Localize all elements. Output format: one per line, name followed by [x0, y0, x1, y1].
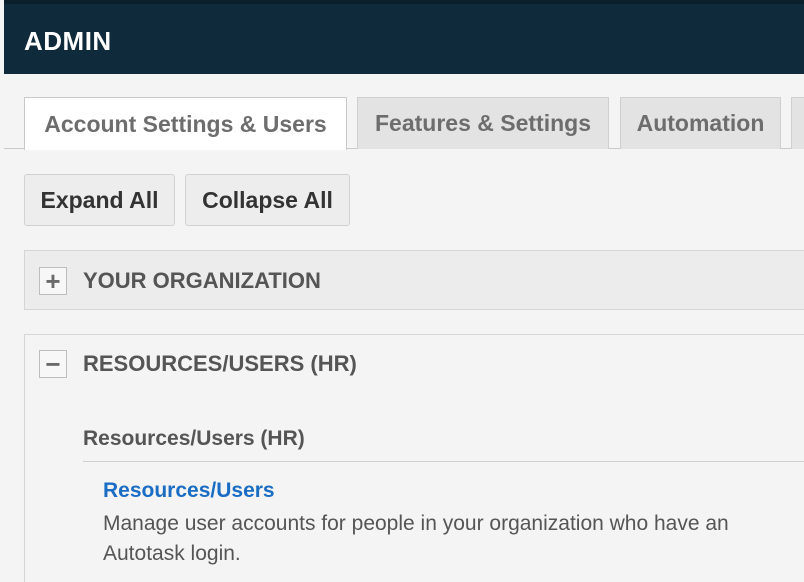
section-header[interactable]: − RESOURCES/USERS (HR)	[25, 335, 804, 393]
collapse-icon[interactable]: −	[39, 350, 67, 378]
page-title: ADMIN	[24, 26, 112, 56]
section-header[interactable]: + YOUR ORGANIZATION	[25, 251, 804, 311]
app-header: ADMIN	[4, 0, 804, 74]
subsection-divider	[83, 461, 804, 462]
resources-users-link[interactable]: Resources/Users	[103, 479, 275, 503]
section-title[interactable]: YOUR ORGANIZATION	[83, 268, 321, 294]
tab-label: Account Settings & Users	[44, 110, 327, 137]
tab-features-settings[interactable]: Features & Settings	[357, 97, 609, 149]
collapse-all-button[interactable]: Collapse All	[185, 174, 350, 226]
subsection-title: Resources/Users (HR)	[83, 427, 305, 450]
tab-automation[interactable]: Automation	[620, 97, 781, 149]
expand-icon[interactable]: +	[39, 267, 67, 295]
section-your-organization: + YOUR ORGANIZATION	[24, 250, 804, 310]
tab-label: Features & Settings	[375, 110, 591, 136]
admin-page: ADMIN Account Settings & Users Features …	[0, 0, 804, 582]
tab-label: Automation	[636, 110, 765, 136]
tab-overflow[interactable]	[791, 97, 804, 149]
resources-users-description: Manage user accounts for people in your …	[103, 512, 729, 565]
tab-account-settings-users[interactable]: Account Settings & Users	[24, 97, 347, 150]
expand-all-button[interactable]: Expand All	[24, 174, 175, 226]
section-resources-users: − RESOURCES/USERS (HR) Resources/Users (…	[24, 334, 804, 582]
section-title[interactable]: RESOURCES/USERS (HR)	[83, 351, 357, 377]
